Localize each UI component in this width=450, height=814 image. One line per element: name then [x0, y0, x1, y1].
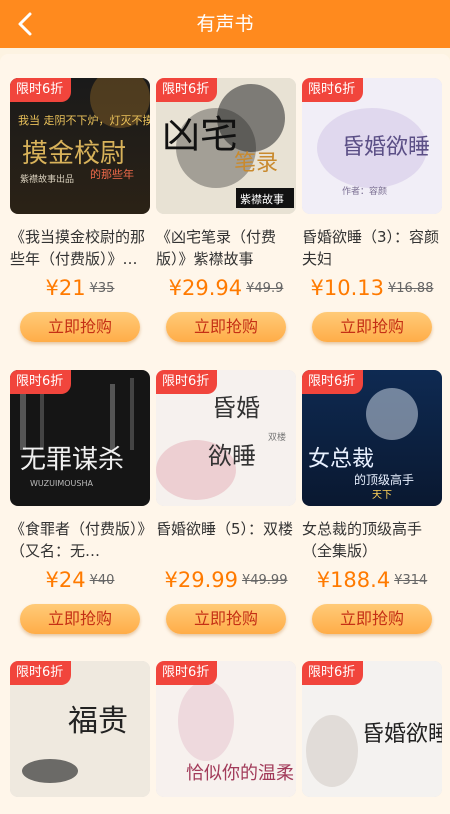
original-price: ¥16.88 — [387, 280, 434, 296]
svg-text:昏婚欲睡: 昏婚欲睡 — [362, 722, 442, 747]
book-cover[interactable]: 我当 走阴不下炉，灯灭不摸金 摸金校尉 紫襟故事出品 的那些年 限时6折 — [10, 78, 150, 214]
sale-price: ¥24 — [45, 568, 86, 592]
product-title[interactable]: 《食罪者（付费版）》（又名：无… — [10, 518, 150, 562]
book-cover[interactable]: 昏婚欲睡 作者：容颜 限时6折 — [302, 78, 442, 214]
sale-price: ¥21 — [45, 276, 86, 300]
svg-text:福贵: 福贵 — [68, 704, 128, 739]
buy-now-button[interactable]: 立即抢购 — [312, 312, 432, 342]
discount-badge: 限时6折 — [10, 370, 72, 394]
svg-text:我当 走阴不下炉，灯灭不摸金: 我当 走阴不下炉，灯灭不摸金 — [18, 113, 150, 127]
original-price: ¥49.9 — [246, 280, 284, 296]
buy-now-button[interactable]: 立即抢购 — [20, 312, 140, 342]
buy-now-button[interactable]: 立即抢购 — [166, 312, 286, 342]
svg-text:摸金校尉: 摸金校尉 — [22, 139, 126, 169]
original-price: ¥40 — [89, 572, 115, 588]
price-row: ¥10.13 ¥16.88 — [302, 276, 442, 304]
product-title[interactable]: 《我当摸金校尉的那些年（付费版）》… — [10, 226, 150, 270]
original-price: ¥49.99 — [241, 572, 288, 588]
discount-badge: 限时6折 — [302, 78, 364, 102]
app-header: 有声书 — [0, 0, 450, 48]
svg-text:笔录: 笔录 — [234, 151, 278, 176]
buy-now-button[interactable]: 立即抢购 — [20, 604, 140, 634]
buy-now-button[interactable]: 立即抢购 — [312, 604, 432, 634]
product-card[interactable]: 我当 走阴不下炉，灯灭不摸金 摸金校尉 紫襟故事出品 的那些年 限时6折 《我当… — [10, 78, 150, 342]
book-cover[interactable]: 昏婚 欲睡 双楼 限时6折 — [156, 370, 296, 506]
product-card[interactable]: 女总裁 的顶级高手 天下 限时6折 女总裁的顶级高手（全集版） ¥188.4 ¥3… — [302, 370, 442, 634]
discount-badge: 限时6折 — [10, 78, 72, 102]
book-cover[interactable]: 女总裁 的顶级高手 天下 限时6折 — [302, 370, 442, 506]
svg-text:紫襟故事: 紫襟故事 — [240, 192, 284, 206]
product-card[interactable]: 凶宅 笔录 紫襟故事 限时6折 《凶宅笔录（付费版）》紫襟故事 ¥29.94 ¥4… — [156, 78, 296, 342]
discount-badge: 限时6折 — [302, 370, 364, 394]
svg-text:昏婚欲睡: 昏婚欲睡 — [342, 135, 430, 160]
discount-badge: 限时6折 — [302, 661, 364, 685]
product-title[interactable]: 女总裁的顶级高手（全集版） — [302, 518, 442, 562]
product-card[interactable]: 福贵 限时6折 — [10, 661, 150, 797]
svg-text:紫襟故事出品: 紫襟故事出品 — [20, 173, 74, 185]
price-row: ¥29.99 ¥49.99 — [156, 568, 296, 596]
discount-badge: 限时6折 — [10, 661, 72, 685]
price-row: ¥29.94 ¥49.9 — [156, 276, 296, 304]
product-title[interactable]: 昏婚欲睡（5）：双楼 — [156, 518, 296, 562]
book-cover[interactable]: 凶宅 笔录 紫襟故事 限时6折 — [156, 78, 296, 214]
svg-text:的顶级高手: 的顶级高手 — [354, 472, 414, 487]
book-cover[interactable]: 昏婚欲睡 限时6折 — [302, 661, 442, 797]
price-row: ¥188.4 ¥314 — [302, 568, 442, 596]
svg-text:昏婚: 昏婚 — [212, 394, 260, 422]
product-card[interactable]: 昏婚 欲睡 双楼 限时6折 昏婚欲睡（5）：双楼 ¥29.99 ¥49.99 立即… — [156, 370, 296, 634]
svg-text:女总裁: 女总裁 — [308, 447, 374, 472]
svg-text:欲睡: 欲睡 — [208, 442, 256, 470]
buy-now-button[interactable]: 立即抢购 — [166, 604, 286, 634]
discount-badge: 限时6折 — [156, 370, 218, 394]
discount-badge: 限时6折 — [156, 661, 218, 685]
book-cover[interactable]: 无罪谋杀 WUZUIMOUSHA 限时6折 — [10, 370, 150, 506]
sale-price: ¥188.4 — [316, 568, 391, 592]
product-title[interactable]: 昏婚欲睡（3）：容颜夫妇 — [302, 226, 442, 270]
svg-text:WUZUIMOUSHA: WUZUIMOUSHA — [30, 479, 93, 488]
product-title[interactable]: 《凶宅笔录（付费版）》紫襟故事 — [156, 226, 296, 270]
product-card[interactable]: 无罪谋杀 WUZUIMOUSHA 限时6折 《食罪者（付费版）》（又名：无… ¥… — [10, 370, 150, 634]
sale-price: ¥10.13 — [310, 276, 384, 300]
svg-text:双楼: 双楼 — [268, 431, 286, 443]
book-cover[interactable]: 恰似你的温柔 限时6折 — [156, 661, 296, 797]
svg-text:作者：容颜: 作者：容颜 — [342, 185, 387, 197]
page-title: 有声书 — [196, 13, 254, 35]
svg-text:的那些年: 的那些年 — [90, 167, 134, 181]
sale-price: ¥29.94 — [168, 276, 243, 300]
product-card[interactable]: 昏婚欲睡 作者：容颜 限时6折 昏婚欲睡（3）：容颜夫妇 ¥10.13 ¥16.8… — [302, 78, 442, 342]
svg-text:无罪谋杀: 无罪谋杀 — [20, 445, 124, 475]
svg-text:凶宅: 凶宅 — [162, 113, 238, 157]
svg-text:恰似你的温柔: 恰似你的温柔 — [186, 763, 294, 784]
book-cover[interactable]: 福贵 限时6折 — [10, 661, 150, 797]
price-row: ¥21 ¥35 — [10, 276, 150, 304]
price-row: ¥24 ¥40 — [10, 568, 150, 596]
product-card[interactable]: 昏婚欲睡 限时6折 — [302, 661, 442, 797]
svg-text:天下: 天下 — [372, 490, 392, 501]
original-price: ¥314 — [394, 572, 428, 588]
sale-price: ¥29.99 — [164, 568, 238, 592]
original-price: ¥35 — [89, 280, 115, 296]
discount-badge: 限时6折 — [156, 78, 218, 102]
product-card[interactable]: 恰似你的温柔 限时6折 — [156, 661, 296, 797]
product-panel: 我当 走阴不下炉，灯灭不摸金 摸金校尉 紫襟故事出品 的那些年 限时6折 《我当… — [0, 54, 450, 814]
